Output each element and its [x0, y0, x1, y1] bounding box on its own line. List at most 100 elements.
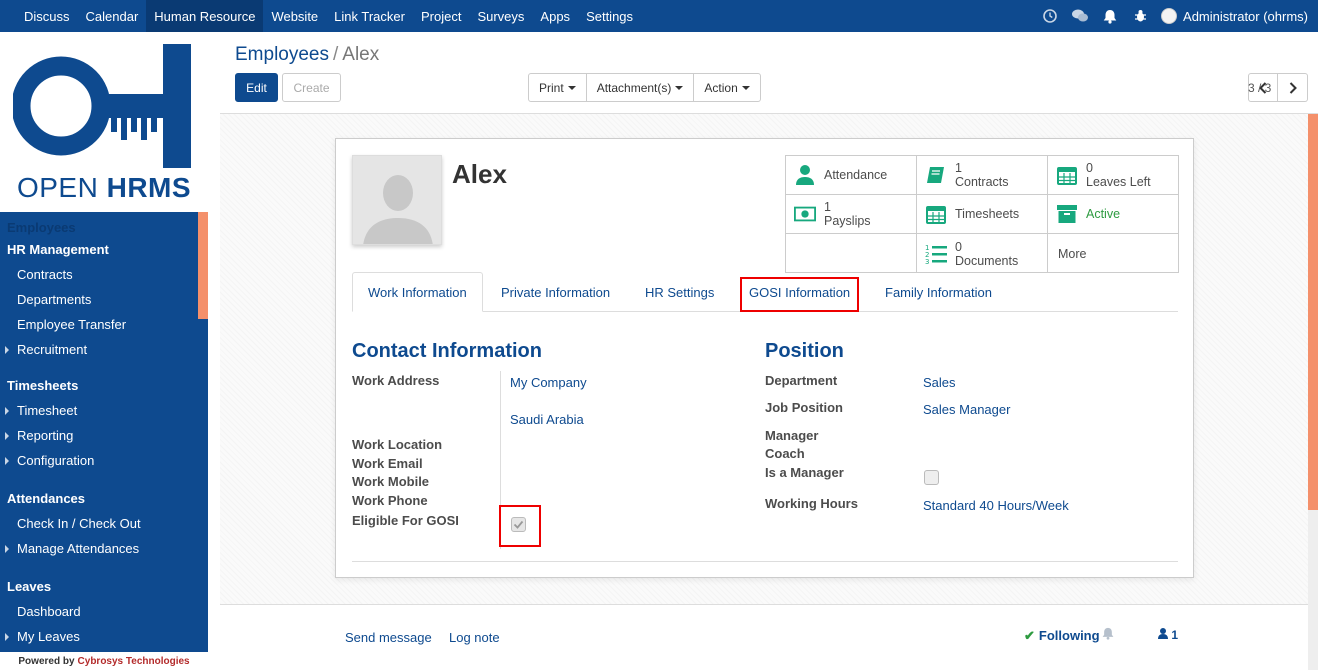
employee-photo[interactable] — [352, 155, 442, 245]
job-position-value[interactable]: Sales Manager — [923, 402, 1010, 417]
action-label: Action — [704, 80, 738, 95]
leaves-button[interactable]: 0 Leaves Left — [1048, 156, 1179, 195]
menu-apps[interactable]: Apps — [532, 0, 578, 32]
job-position-label: Job Position — [765, 400, 843, 415]
pager-value[interactable]: 3 / 3 — [1248, 81, 1271, 95]
archive-icon — [1056, 203, 1078, 225]
menu-settings[interactable]: Settings — [578, 0, 641, 32]
sidebar-section-attendances[interactable]: Attendances — [0, 487, 208, 511]
divider — [352, 561, 1178, 562]
following-button[interactable]: ✔ Following — [1024, 628, 1100, 644]
attachments-dropdown[interactable]: Attachment(s) — [587, 74, 695, 101]
contracts-button[interactable]: 1 Contracts — [917, 156, 1048, 195]
leaves-count: 0 — [1086, 161, 1093, 175]
scrollbar[interactable] — [1308, 114, 1318, 670]
menu-link-tracker[interactable]: Link Tracker — [326, 0, 413, 32]
sidebar-section-leaves[interactable]: Leaves — [0, 575, 208, 599]
breadcrumb-parent[interactable]: Employees — [235, 44, 329, 65]
payslips-count: 1 — [824, 200, 831, 214]
logo: OPEN HRMS — [0, 32, 208, 212]
work-mobile-label: Work Mobile — [352, 474, 430, 489]
menu-discuss[interactable]: Discuss — [16, 0, 78, 32]
chevron-down-icon — [675, 85, 684, 90]
app-menu: Discuss Calendar Human Resource Website … — [16, 0, 641, 32]
chatter: Send message Log note ✔ Following 1 — [220, 604, 1308, 670]
bell-icon[interactable] — [1095, 0, 1125, 32]
powered-by-company[interactable]: Cybrosys Technologies — [78, 656, 190, 667]
clock-icon[interactable] — [1035, 0, 1065, 32]
send-message-button[interactable]: Send message — [345, 630, 432, 645]
menu-surveys[interactable]: Surveys — [469, 0, 532, 32]
payslips-label: Payslips — [824, 214, 871, 228]
highlight-gosi-tab — [740, 277, 859, 312]
bell-icon[interactable] — [1102, 627, 1114, 643]
tab-private-information[interactable]: Private Information — [486, 272, 625, 312]
attendance-button[interactable]: Attendance — [786, 156, 917, 195]
menu-project[interactable]: Project — [413, 0, 469, 32]
sidebar-item-contracts[interactable]: Contracts — [0, 262, 208, 287]
followers-button[interactable]: 1 — [1158, 628, 1178, 642]
list-numbered-icon: 123 — [925, 243, 947, 265]
user-icon — [794, 164, 816, 186]
edit-button[interactable]: Edit — [235, 73, 278, 102]
work-address-company[interactable]: My Company — [510, 375, 587, 390]
working-hours-value[interactable]: Standard 40 Hours/Week — [923, 498, 1069, 513]
is-manager-checkbox[interactable] — [924, 470, 939, 485]
print-dropdown[interactable]: Print — [529, 74, 587, 101]
sidebar-item-reporting[interactable]: Reporting — [0, 423, 208, 448]
department-value[interactable]: Sales — [923, 375, 956, 390]
contracts-label: Contracts — [955, 175, 1009, 189]
sidebar-item-departments[interactable]: Departments — [0, 287, 208, 312]
highlight-gosi-checkbox — [499, 505, 541, 547]
sidebar: OPEN HRMS Employees HR Management Contra… — [0, 32, 208, 670]
department-label: Department — [765, 373, 838, 388]
active-toggle-button[interactable]: Active — [1048, 195, 1179, 234]
chevron-down-icon — [741, 85, 750, 90]
pager-next-button[interactable] — [1278, 73, 1308, 102]
working-hours-label: Working Hours — [765, 496, 858, 511]
more-button[interactable]: More — [1048, 234, 1179, 273]
money-icon — [794, 203, 816, 225]
tab-hr-settings[interactable]: HR Settings — [630, 272, 729, 312]
following-label: Following — [1038, 628, 1100, 643]
sidebar-item-configuration[interactable]: Configuration — [0, 448, 208, 473]
action-dropdown[interactable]: Action — [694, 74, 759, 101]
sidebar-section-hr-management[interactable]: HR Management — [0, 238, 208, 262]
calendar-icon — [925, 203, 947, 225]
tab-family-information[interactable]: Family Information — [870, 272, 1007, 312]
documents-button[interactable]: 123 0 Documents — [917, 234, 1048, 273]
work-location-label: Work Location — [352, 437, 443, 452]
timesheets-button[interactable]: Timesheets — [917, 195, 1048, 234]
attendance-label: Attendance — [824, 168, 888, 182]
user-menu[interactable]: Administrator (ohrms) — [1155, 8, 1318, 24]
sidebar-item-dashboard[interactable]: Dashboard — [0, 599, 208, 624]
chat-icon[interactable] — [1065, 0, 1095, 32]
sidebar-section-timesheets[interactable]: Timesheets — [0, 374, 208, 398]
avatar — [1161, 8, 1178, 24]
menu-human-resource[interactable]: Human Resource — [146, 0, 264, 32]
is-manager-label: Is a Manager — [765, 465, 844, 480]
sidebar-item-timesheet[interactable]: Timesheet — [0, 398, 208, 423]
sidebar-item-check-in-out[interactable]: Check In / Check Out — [0, 511, 208, 536]
sidebar-section-employees[interactable]: Employees — [0, 220, 208, 236]
print-label: Print — [539, 80, 564, 95]
work-address-country[interactable]: Saudi Arabia — [510, 412, 584, 427]
payslips-button[interactable]: 1 Payslips — [786, 195, 917, 234]
book-icon — [925, 164, 947, 186]
log-note-button[interactable]: Log note — [449, 630, 500, 645]
tab-work-information[interactable]: Work Information — [352, 272, 483, 312]
sidebar-item-employee-transfer[interactable]: Employee Transfer — [0, 312, 208, 337]
contact-information-heading: Contact Information — [352, 340, 542, 362]
menu-website[interactable]: Website — [263, 0, 326, 32]
attachments-label: Attachment(s) — [596, 80, 672, 95]
scrollbar-thumb[interactable] — [1308, 114, 1318, 510]
create-button[interactable]: Create — [282, 73, 341, 102]
work-email-label: Work Email — [352, 456, 423, 471]
sidebar-item-my-leaves[interactable]: My Leaves — [0, 624, 208, 649]
bug-icon[interactable] — [1125, 0, 1155, 32]
menu-calendar[interactable]: Calendar — [78, 0, 147, 32]
employee-name: Alex — [452, 159, 507, 189]
sidebar-item-manage-attendances[interactable]: Manage Attendances — [0, 536, 208, 561]
sidebar-item-recruitment[interactable]: Recruitment — [0, 337, 208, 362]
check-icon: ✔ — [1024, 628, 1035, 643]
